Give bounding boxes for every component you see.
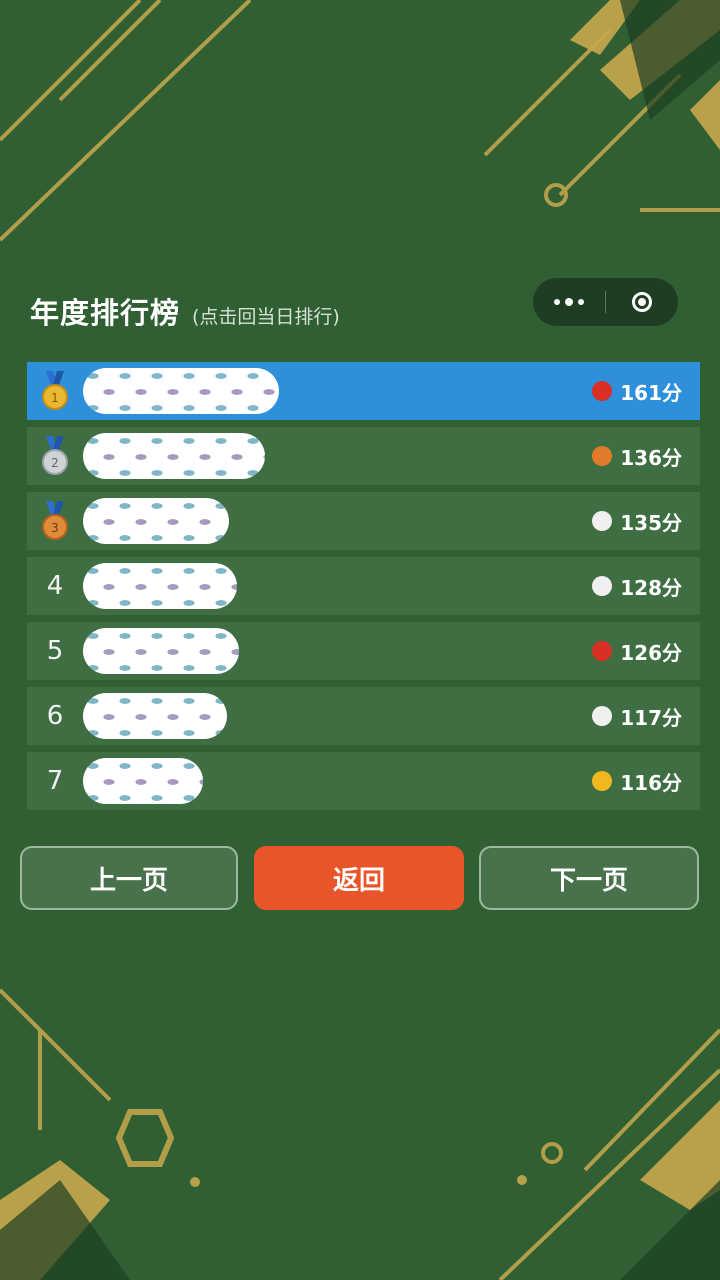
leaderboard-row[interactable]: 5 126分 xyxy=(27,622,700,680)
leaderboard-row[interactable]: 7 116分 xyxy=(27,752,700,810)
svg-text:3: 3 xyxy=(51,521,59,535)
miniprogram-capsule xyxy=(533,278,678,326)
back-button[interactable]: 返回 xyxy=(254,846,464,910)
score-value: 136分 xyxy=(620,445,682,470)
score-value: 161分 xyxy=(620,380,682,405)
switch-to-daily-hint[interactable]: (点击回当日排行) xyxy=(192,302,340,329)
svg-text:2: 2 xyxy=(51,456,59,470)
player-name-redacted xyxy=(83,433,265,479)
prev-page-button[interactable]: 上一页 xyxy=(20,846,238,910)
score-value: 116分 xyxy=(620,770,682,795)
ball-icon xyxy=(592,576,613,596)
leaderboard-row[interactable]: 1 161分 xyxy=(27,362,700,420)
score-cell: 128分 xyxy=(592,557,682,615)
score-value: 126分 xyxy=(620,640,682,665)
ball-icon xyxy=(592,706,613,726)
score-cell: 126分 xyxy=(592,622,682,680)
score-cell: 161分 xyxy=(592,362,682,420)
page-title: 年度排行榜 xyxy=(30,296,181,330)
rank-number: 7 xyxy=(46,766,64,796)
rank-number: 6 xyxy=(46,701,64,731)
score-cell: 116分 xyxy=(592,752,682,810)
ball-icon xyxy=(592,771,613,791)
score-value: 135分 xyxy=(620,510,682,535)
leaderboard-row[interactable]: 4 128分 xyxy=(27,557,700,615)
ball-icon xyxy=(592,446,613,466)
leaderboard-header: 年度排行榜 (点击回当日排行) xyxy=(30,290,340,332)
score-cell: 136分 xyxy=(592,427,682,485)
more-dots-icon[interactable] xyxy=(533,278,605,326)
svg-text:1: 1 xyxy=(51,391,59,405)
silver-medal-icon: 2 xyxy=(27,436,83,476)
leaderboard-row[interactable]: 6 117分 xyxy=(27,687,700,745)
gold-medal-icon: 1 xyxy=(27,371,83,411)
rank-number: 5 xyxy=(46,636,64,666)
next-page-button[interactable]: 下一页 xyxy=(479,846,699,910)
score-value: 128分 xyxy=(620,575,682,600)
leaderboard-list: 1 161分 2 136分 3 135分 4 128分 5 126分 6 117… xyxy=(27,362,700,817)
leaderboard-row[interactable]: 3 135分 xyxy=(27,492,700,550)
player-name-redacted xyxy=(83,368,279,414)
player-name-redacted xyxy=(83,498,229,544)
rank-number: 4 xyxy=(46,571,64,601)
bronze-medal-icon: 3 xyxy=(27,501,83,541)
ball-icon xyxy=(592,641,613,661)
score-value: 117分 xyxy=(620,705,682,730)
ball-icon xyxy=(592,381,613,401)
score-cell: 117分 xyxy=(592,687,682,745)
score-cell: 135分 xyxy=(592,492,682,550)
player-name-redacted xyxy=(83,628,239,674)
player-name-redacted xyxy=(83,563,237,609)
close-circle-icon[interactable] xyxy=(606,278,678,326)
leaderboard-row[interactable]: 2 136分 xyxy=(27,427,700,485)
player-name-redacted xyxy=(83,693,227,739)
player-name-redacted xyxy=(83,758,203,804)
ball-icon xyxy=(592,511,613,531)
